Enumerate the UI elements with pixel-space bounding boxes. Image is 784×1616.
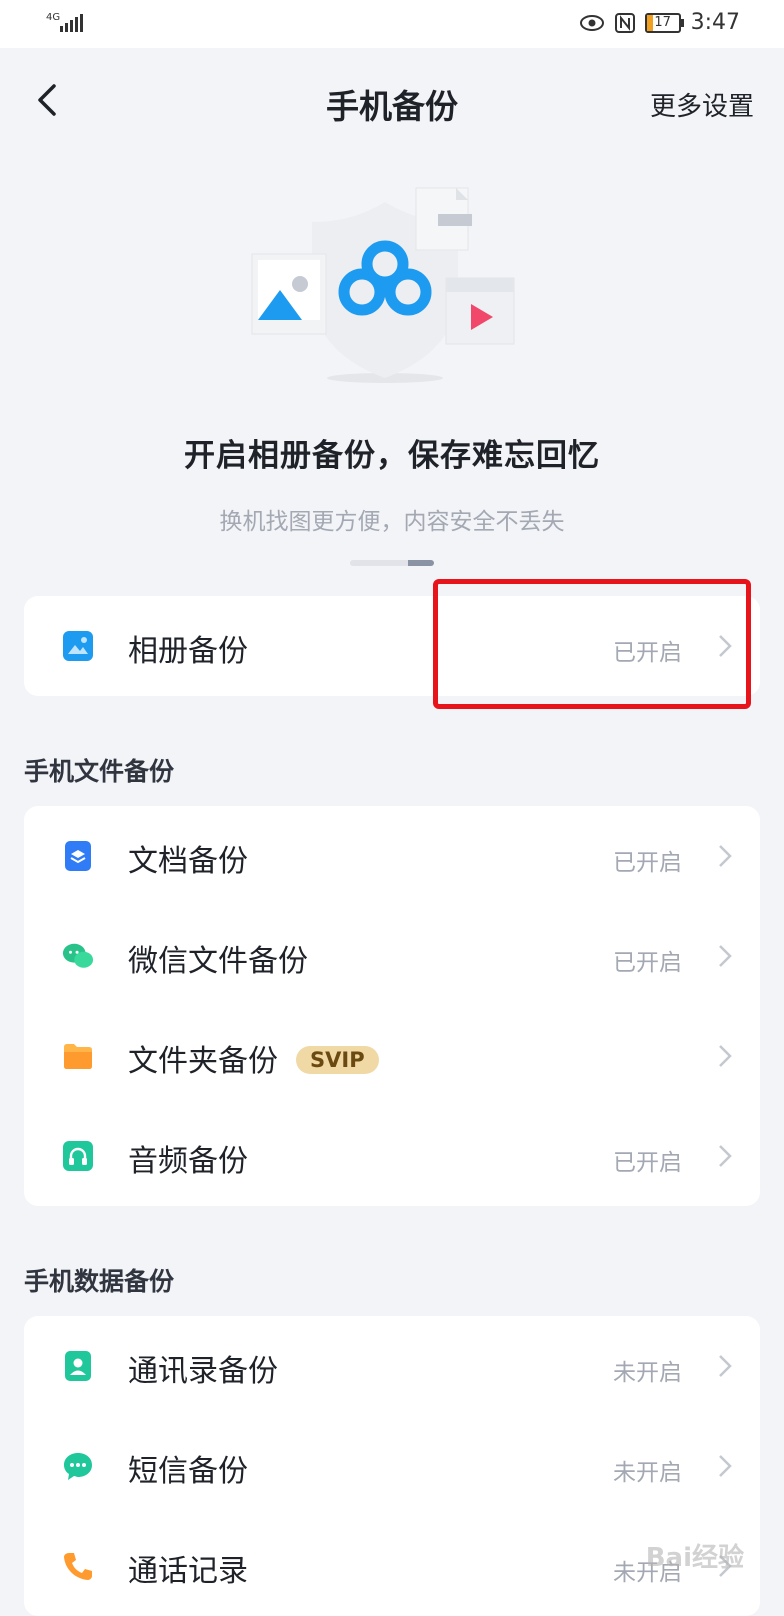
hero-subtitle: 换机找图更方便，内容安全不丢失: [219, 509, 565, 535]
status-text: 已开启: [613, 850, 682, 876]
svip-badge: SVIP: [296, 1046, 379, 1074]
message-icon: [64, 1453, 92, 1480]
eye-icon: [579, 14, 604, 31]
backup-illustration: [251, 187, 515, 383]
battery-icon: 17: [644, 12, 684, 33]
list-item-audio-backup[interactable]: 音频备份 已开启: [24, 1106, 760, 1206]
status-text: 已开启: [613, 1150, 682, 1176]
list-item-folder-backup[interactable]: 文件夹备份 SVIP: [24, 1006, 760, 1106]
list-item-document-backup[interactable]: 文档备份 已开启: [24, 806, 760, 906]
chevron-right-icon: [719, 1455, 732, 1477]
row-label: 文档备份: [128, 844, 248, 879]
list-item-wechat-file-backup[interactable]: 微信文件备份 已开启: [24, 906, 760, 1006]
file-backup-card: 文档备份 已开启 微信文件备份 已开启 文件夹备份 SVIP 音频备份 已开启: [24, 806, 760, 1206]
hero-title: 开启相册备份，保存难忘回忆: [184, 438, 600, 474]
chevron-right-icon: [719, 945, 732, 967]
status-text: 未开启: [613, 1460, 682, 1486]
chevron-right-icon: [719, 845, 732, 867]
row-label: 通讯录备份: [128, 1354, 278, 1389]
clock: 3:47: [690, 10, 740, 35]
row-label: 文件夹备份 SVIP: [128, 1036, 379, 1080]
status-right: 17 3:47: [579, 10, 740, 35]
status-text: 未开启: [613, 1360, 682, 1386]
highlight-annotation: [433, 579, 751, 709]
more-settings-button[interactable]: 更多设置: [650, 86, 754, 123]
network-type: 4G: [46, 12, 61, 23]
row-label: 通话记录: [128, 1554, 248, 1589]
row-label: 微信文件备份: [128, 944, 308, 979]
section-title-data-backup: 手机数据备份: [24, 1267, 175, 1296]
list-item-contacts-backup[interactable]: 通讯录备份 未开启: [24, 1316, 760, 1416]
wechat-icon: [62, 943, 94, 968]
row-label: 短信备份: [128, 1454, 248, 1489]
folder-icon: [64, 1044, 92, 1069]
phone-icon: [64, 1553, 92, 1580]
battery-level: 17: [654, 14, 671, 30]
carousel-indicator[interactable]: [350, 560, 434, 566]
row-label: 音频备份: [128, 1144, 248, 1179]
nfc-icon: [614, 12, 635, 33]
list-item-sms-backup[interactable]: 短信备份 未开启: [24, 1416, 760, 1516]
photo-album-icon: [63, 631, 93, 661]
nav-bar: 手机备份 更多设置: [0, 48, 784, 158]
row-label: 相册备份: [128, 634, 248, 669]
document-icon: [65, 841, 91, 871]
section-title-file-backup: 手机文件备份: [24, 757, 175, 786]
status-text: 已开启: [613, 950, 682, 976]
contacts-icon: [65, 1351, 91, 1381]
chevron-right-icon: [719, 1045, 732, 1067]
status-bar: 4G 17 3:47: [0, 0, 784, 48]
chevron-right-icon: [719, 1355, 732, 1377]
chevron-right-icon: [719, 1145, 732, 1167]
signal-icon: [60, 14, 83, 32]
watermark: Bai经验: [645, 1543, 744, 1573]
headphones-icon: [63, 1141, 93, 1171]
folder-backup-label: 文件夹备份: [128, 1044, 278, 1079]
